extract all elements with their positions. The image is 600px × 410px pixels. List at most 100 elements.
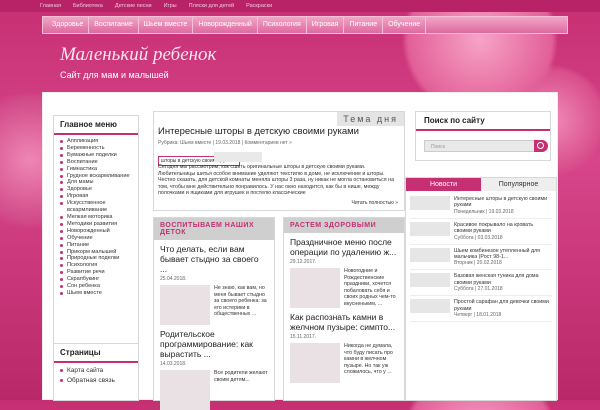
- menu-item[interactable]: Воспитание: [60, 159, 132, 166]
- news-item[interactable]: Шьем комбинезон утепленный для мальчика …: [410, 245, 552, 271]
- category-link[interactable]: Обучение: [383, 16, 427, 34]
- news-date: Вторник | 20.02.2018: [454, 260, 502, 267]
- menu-item[interactable]: Обучение: [60, 235, 132, 242]
- search-widget: Поиск по сайту Поиск: [415, 111, 551, 161]
- post-thumbnail[interactable]: [160, 370, 210, 410]
- post-title[interactable]: Что делать, если вам бывает стыдно за св…: [160, 244, 268, 274]
- tab-news[interactable]: Новости: [406, 178, 481, 191]
- pages-title: Страницы: [54, 344, 138, 363]
- featured-post: Тема дня Интересные шторы в детскую свои…: [153, 111, 405, 211]
- news-thumbnail[interactable]: [410, 299, 450, 314]
- post-item: Праздничное меню после операции по удале…: [284, 233, 404, 308]
- column-heading-accent: РАСТЕМ: [290, 222, 322, 229]
- post-date: 14.03.2018.: [160, 361, 187, 367]
- topnav-link[interactable]: Детские песни: [115, 3, 152, 9]
- menu-item[interactable]: Развитие речи: [60, 269, 132, 276]
- pages-widget: Страницы Карта сайта Обратная связь: [53, 343, 139, 401]
- menu-item[interactable]: Питание: [60, 242, 132, 249]
- site-branding: Маленький ребенок Сайт для мам и малышей: [60, 44, 216, 80]
- menu-item[interactable]: Беременность: [60, 145, 132, 152]
- menu-item[interactable]: Сон ребенка: [60, 283, 132, 290]
- topnav-link[interactable]: Библиотека: [73, 3, 103, 9]
- menu-item[interactable]: Бумажные поделки: [60, 152, 132, 159]
- menu-item[interactable]: Игровая: [60, 193, 132, 200]
- post-title[interactable]: Праздничное меню после операции по удале…: [290, 237, 398, 257]
- news-thumbnail[interactable]: [410, 273, 450, 288]
- menu-item[interactable]: Грудное вскармливание: [60, 173, 132, 180]
- post-excerpt: Не знаю, как вам, но меня бывает стыдно …: [214, 285, 267, 318]
- featured-meta: Рубрика: Шьем вместе | 19.03.2018 | Комм…: [158, 140, 292, 146]
- topnav-link[interactable]: Главная: [40, 3, 61, 9]
- category-column: ВОСПИТЫВАЕМ НАШИХ ДЕТОК Что делать, если…: [153, 217, 275, 410]
- featured-text: Сегодня мы рассмотрим, как сшить оригина…: [158, 164, 395, 197]
- main-menu: Главное меню Аппликация Беременность Бум…: [53, 115, 139, 369]
- post-date: 25.04.2018.: [160, 276, 187, 282]
- site-title[interactable]: Маленький ребенок: [60, 44, 216, 66]
- post-thumbnail[interactable]: [290, 343, 340, 383]
- post-item: Как распознать камни в желчном пузыре: с…: [284, 308, 404, 383]
- topnav-link[interactable]: Пляски для детей: [189, 3, 235, 9]
- news-date: Суббота | 03.03.2018: [454, 234, 503, 241]
- post-thumbnail[interactable]: [290, 268, 340, 308]
- featured-band: Тема дня: [337, 112, 404, 126]
- content-wrapper: Главное меню Аппликация Беременность Бум…: [42, 92, 558, 410]
- topnav-link[interactable]: Раскраски: [246, 3, 272, 9]
- news-thumbnail[interactable]: [410, 247, 450, 262]
- category-column: РАСТЕМ ЗДОРОВЫМИ Праздничное меню после …: [283, 217, 405, 401]
- menu-item[interactable]: Психология: [60, 262, 132, 269]
- post-thumbnail[interactable]: [160, 285, 210, 325]
- read-more-link[interactable]: Читать полностью »: [352, 200, 398, 206]
- search-icon[interactable]: [534, 140, 548, 152]
- column-heading[interactable]: ВОСПИТЫВАЕМ НАШИХ ДЕТОК: [154, 218, 274, 240]
- category-link[interactable]: Питание: [344, 16, 384, 34]
- menu-item[interactable]: Искусственное вскармливание: [60, 200, 132, 214]
- news-date: Понедельник | 19.03.2018: [454, 208, 514, 215]
- search-input[interactable]: Поиск: [424, 140, 544, 152]
- menu-item[interactable]: Прикорм малышей: [60, 249, 132, 256]
- news-item[interactable]: Интересные шторы в детскую своими руками…: [410, 193, 552, 219]
- post-excerpt: Никогда не думала, что буду писать про к…: [344, 343, 393, 376]
- menu-item[interactable]: Новорожденный: [60, 228, 132, 235]
- category-link[interactable]: Шьем вместе: [139, 16, 194, 34]
- site-subtitle: Сайт для мам и малышей: [60, 70, 169, 80]
- news-item[interactable]: Базовая женская туника для дома своими р…: [410, 270, 552, 297]
- news-item[interactable]: Красивое покрывало на кровать своими рук…: [410, 219, 552, 245]
- menu-item[interactable]: Здоровье: [60, 186, 132, 193]
- menu-item[interactable]: Скрапбукинг: [60, 276, 132, 283]
- column-heading-rest: ЗДОРОВЫМИ: [321, 222, 377, 229]
- pages-item[interactable]: Карта сайта: [60, 366, 132, 376]
- category-link[interactable]: Воспитание: [89, 16, 139, 34]
- news-title[interactable]: Интересные шторы в детскую своими руками: [454, 196, 552, 209]
- news-date: Четверг | 18.01.2018: [454, 312, 502, 319]
- post-title[interactable]: Как распознать камни в желчном пузыре: с…: [290, 312, 398, 332]
- tab-popular[interactable]: Популярное: [481, 178, 556, 191]
- post-item: Что делать, если вам бывает стыдно за св…: [154, 240, 274, 325]
- topnav-link[interactable]: Игры: [164, 3, 177, 9]
- column-heading-accent: ВОСПИТЫВАЕМ: [160, 222, 223, 229]
- menu-item[interactable]: Для мамы: [60, 179, 132, 186]
- post-date: 29.12.2017.: [290, 259, 317, 265]
- news-tabs: Новости Популярное Интересные шторы в де…: [405, 177, 557, 401]
- column-heading[interactable]: РАСТЕМ ЗДОРОВЫМИ: [284, 218, 404, 233]
- featured-image: [214, 152, 262, 162]
- news-title[interactable]: Базовая женская туника для дома своими р…: [454, 273, 552, 286]
- category-link[interactable]: Игровая: [307, 16, 345, 34]
- news-thumbnail[interactable]: [410, 196, 450, 210]
- news-item[interactable]: Простой сарафан для девочки своими рукам…: [410, 296, 552, 323]
- category-link[interactable]: Новорожденный: [193, 16, 258, 34]
- menu-item[interactable]: Гимнастика: [60, 166, 132, 173]
- news-title[interactable]: Шьем комбинезон утепленный для мальчика …: [454, 248, 552, 261]
- menu-item[interactable]: Аппликация: [60, 138, 132, 145]
- pages-item[interactable]: Обратная связь: [60, 376, 132, 386]
- category-link[interactable]: Психология: [258, 16, 307, 34]
- menu-item[interactable]: Природные поделки: [60, 255, 132, 262]
- post-excerpt: Все родители желают своим детям...: [214, 370, 268, 383]
- menu-item[interactable]: Методики развития: [60, 221, 132, 228]
- news-title[interactable]: Простой сарафан для девочки своими рукам…: [454, 299, 552, 312]
- category-link[interactable]: Здоровье: [47, 16, 90, 34]
- post-title[interactable]: Родительское программирование: как вырас…: [160, 329, 268, 359]
- news-title[interactable]: Красивое покрывало на кровать своими рук…: [454, 222, 552, 235]
- news-thumbnail[interactable]: [410, 221, 450, 236]
- menu-item[interactable]: Шьем вместе: [60, 290, 132, 297]
- menu-item[interactable]: Мелкая моторика: [60, 214, 132, 221]
